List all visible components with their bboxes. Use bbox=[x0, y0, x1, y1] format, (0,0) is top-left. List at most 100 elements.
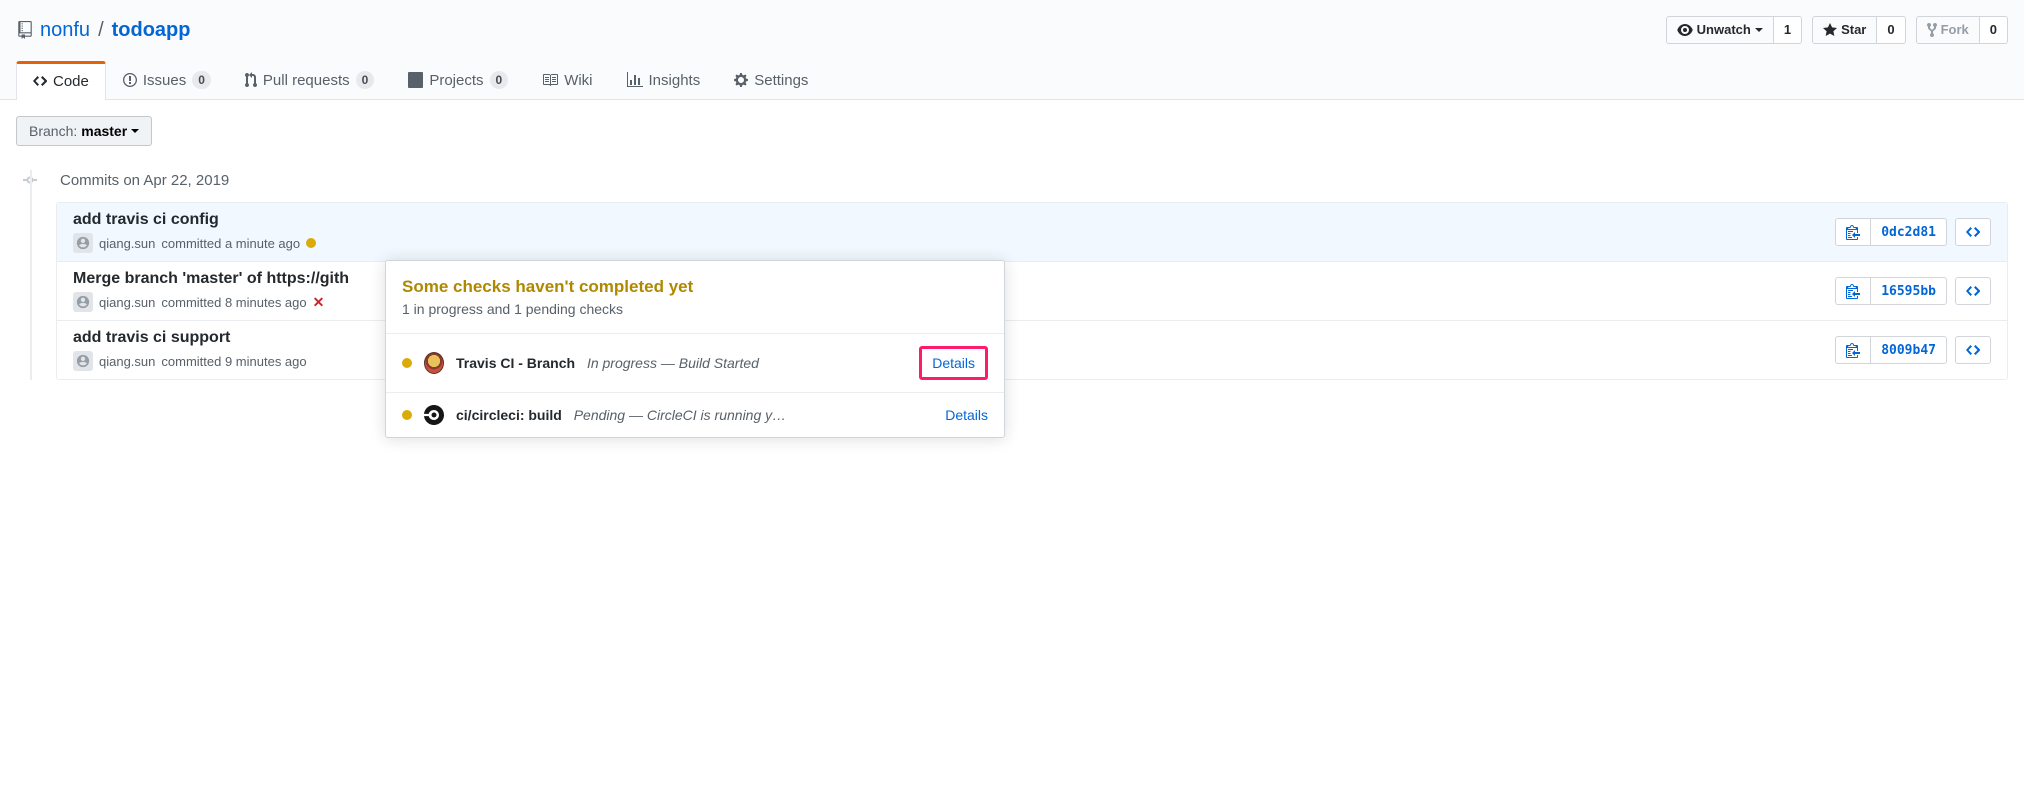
commit-title[interactable]: add travis ci config bbox=[73, 211, 1835, 229]
commit-row: add travis ci support qiang.sun committe… bbox=[57, 321, 2007, 379]
check-status: Pending — CircleCI is running y… bbox=[574, 407, 786, 423]
code-icon bbox=[1966, 283, 1980, 299]
commit-time: committed 9 minutes ago bbox=[161, 354, 306, 369]
person-icon bbox=[76, 295, 90, 309]
watch-count[interactable]: 1 bbox=[1774, 16, 1802, 44]
branch-label: Branch: bbox=[29, 123, 77, 139]
code-icon bbox=[1966, 224, 1980, 240]
status-fail-icon[interactable]: ✕ bbox=[313, 294, 325, 311]
repo-owner-link[interactable]: nonfu bbox=[40, 19, 90, 42]
status-pending-icon bbox=[402, 358, 412, 368]
commit-group: add travis ci config qiang.sun committed… bbox=[56, 202, 2008, 380]
fork-button[interactable]: Fork bbox=[1916, 16, 1980, 44]
star-button[interactable]: Star bbox=[1812, 16, 1877, 44]
book-icon bbox=[542, 72, 558, 88]
commit-time: committed a minute ago bbox=[161, 236, 300, 251]
commit-sha-link[interactable]: 0dc2d81 bbox=[1870, 218, 1947, 246]
pulls-count: 0 bbox=[356, 71, 375, 89]
slash-separator: / bbox=[98, 19, 104, 42]
check-status: In progress — Build Started bbox=[587, 355, 759, 371]
check-row: Travis CI - Branch In progress — Build S… bbox=[386, 333, 1004, 392]
timeline-line bbox=[30, 170, 32, 380]
commit-sha-link[interactable]: 8009b47 bbox=[1870, 336, 1947, 364]
commit-author[interactable]: qiang.sun bbox=[99, 236, 155, 251]
issue-icon bbox=[123, 72, 137, 88]
commit-author[interactable]: qiang.sun bbox=[99, 354, 155, 369]
checks-popover: Some checks haven't completed yet 1 in p… bbox=[385, 260, 1005, 438]
repo-name-link[interactable]: todoapp bbox=[112, 19, 191, 41]
avatar[interactable] bbox=[73, 233, 93, 253]
tab-projects-label: Projects bbox=[429, 72, 483, 89]
tab-settings-label: Settings bbox=[754, 72, 808, 89]
commit-time: committed 8 minutes ago bbox=[161, 295, 306, 310]
tab-code[interactable]: Code bbox=[16, 61, 106, 100]
commit-group-title: Commits on Apr 22, 2019 bbox=[16, 170, 2008, 190]
star-icon bbox=[1823, 22, 1837, 38]
repo-title: nonfu / todoapp bbox=[16, 19, 191, 42]
tab-issues[interactable]: Issues 0 bbox=[106, 60, 228, 99]
commit-row: add travis ci config qiang.sun committed… bbox=[57, 203, 2007, 262]
popover-subtitle: 1 in progress and 1 pending checks bbox=[402, 301, 988, 317]
graph-icon bbox=[627, 72, 643, 88]
commit-row: Merge branch 'master' of https://gith qi… bbox=[57, 262, 2007, 321]
popover-title: Some checks haven't completed yet bbox=[402, 277, 988, 297]
copy-sha-button[interactable] bbox=[1835, 218, 1870, 246]
commits-listing: Commits on Apr 22, 2019 add travis ci co… bbox=[16, 170, 2008, 380]
check-name: Travis CI - Branch bbox=[456, 355, 575, 371]
check-name: ci/circleci: build bbox=[456, 407, 562, 423]
commits-date: Commits on Apr 22, 2019 bbox=[60, 172, 229, 189]
repo-icon bbox=[16, 21, 34, 39]
branch-select-button[interactable]: Branch: master bbox=[16, 116, 152, 146]
tab-pulls[interactable]: Pull requests 0 bbox=[228, 60, 391, 99]
tab-wiki-label: Wiki bbox=[564, 72, 592, 89]
caret-down-icon bbox=[131, 129, 139, 133]
tab-insights[interactable]: Insights bbox=[610, 60, 718, 99]
check-details-link[interactable]: Details bbox=[919, 346, 988, 380]
fork-icon bbox=[1927, 22, 1937, 38]
tab-pulls-label: Pull requests bbox=[263, 72, 350, 89]
status-pending-icon bbox=[402, 410, 412, 420]
tab-settings[interactable]: Settings bbox=[717, 60, 825, 99]
person-icon bbox=[76, 354, 90, 368]
clipboard-icon bbox=[1846, 224, 1860, 240]
projects-count: 0 bbox=[490, 71, 509, 89]
pull-request-icon bbox=[245, 72, 257, 88]
tab-wiki[interactable]: Wiki bbox=[525, 60, 609, 99]
travis-ci-icon bbox=[424, 353, 444, 373]
repo-nav: Code Issues 0 Pull requests 0 Projects 0… bbox=[16, 60, 2008, 99]
clipboard-icon bbox=[1846, 283, 1860, 299]
eye-icon bbox=[1677, 22, 1693, 38]
status-pending-icon[interactable] bbox=[306, 238, 316, 248]
check-details-link[interactable]: Details bbox=[945, 407, 988, 423]
avatar[interactable] bbox=[73, 292, 93, 312]
tab-insights-label: Insights bbox=[649, 72, 701, 89]
fork-label: Fork bbox=[1941, 20, 1969, 40]
browse-code-button[interactable] bbox=[1955, 336, 1991, 364]
code-icon bbox=[33, 73, 47, 89]
code-icon bbox=[1966, 342, 1980, 358]
tab-issues-label: Issues bbox=[143, 72, 186, 89]
star-label: Star bbox=[1841, 20, 1866, 40]
copy-sha-button[interactable] bbox=[1835, 277, 1870, 305]
issues-count: 0 bbox=[192, 71, 211, 89]
branch-name: master bbox=[81, 123, 127, 139]
project-icon bbox=[408, 72, 423, 88]
tab-projects[interactable]: Projects 0 bbox=[391, 60, 525, 99]
check-row: ci/circleci: build Pending — CircleCI is… bbox=[386, 392, 1004, 437]
page-actions: Unwatch 1 Star 0 Fork 0 bbox=[1666, 16, 2008, 44]
commit-sha-link[interactable]: 16595bb bbox=[1870, 277, 1947, 305]
person-icon bbox=[76, 236, 90, 250]
gear-icon bbox=[734, 72, 748, 88]
commit-author[interactable]: qiang.sun bbox=[99, 295, 155, 310]
copy-sha-button[interactable] bbox=[1835, 336, 1870, 364]
clipboard-icon bbox=[1846, 342, 1860, 358]
fork-count[interactable]: 0 bbox=[1980, 16, 2008, 44]
unwatch-label: Unwatch bbox=[1697, 20, 1751, 40]
circleci-icon bbox=[424, 405, 444, 425]
browse-code-button[interactable] bbox=[1955, 277, 1991, 305]
browse-code-button[interactable] bbox=[1955, 218, 1991, 246]
avatar[interactable] bbox=[73, 351, 93, 371]
unwatch-button[interactable]: Unwatch bbox=[1666, 16, 1774, 44]
star-count[interactable]: 0 bbox=[1877, 16, 1905, 44]
tab-code-label: Code bbox=[53, 73, 89, 90]
